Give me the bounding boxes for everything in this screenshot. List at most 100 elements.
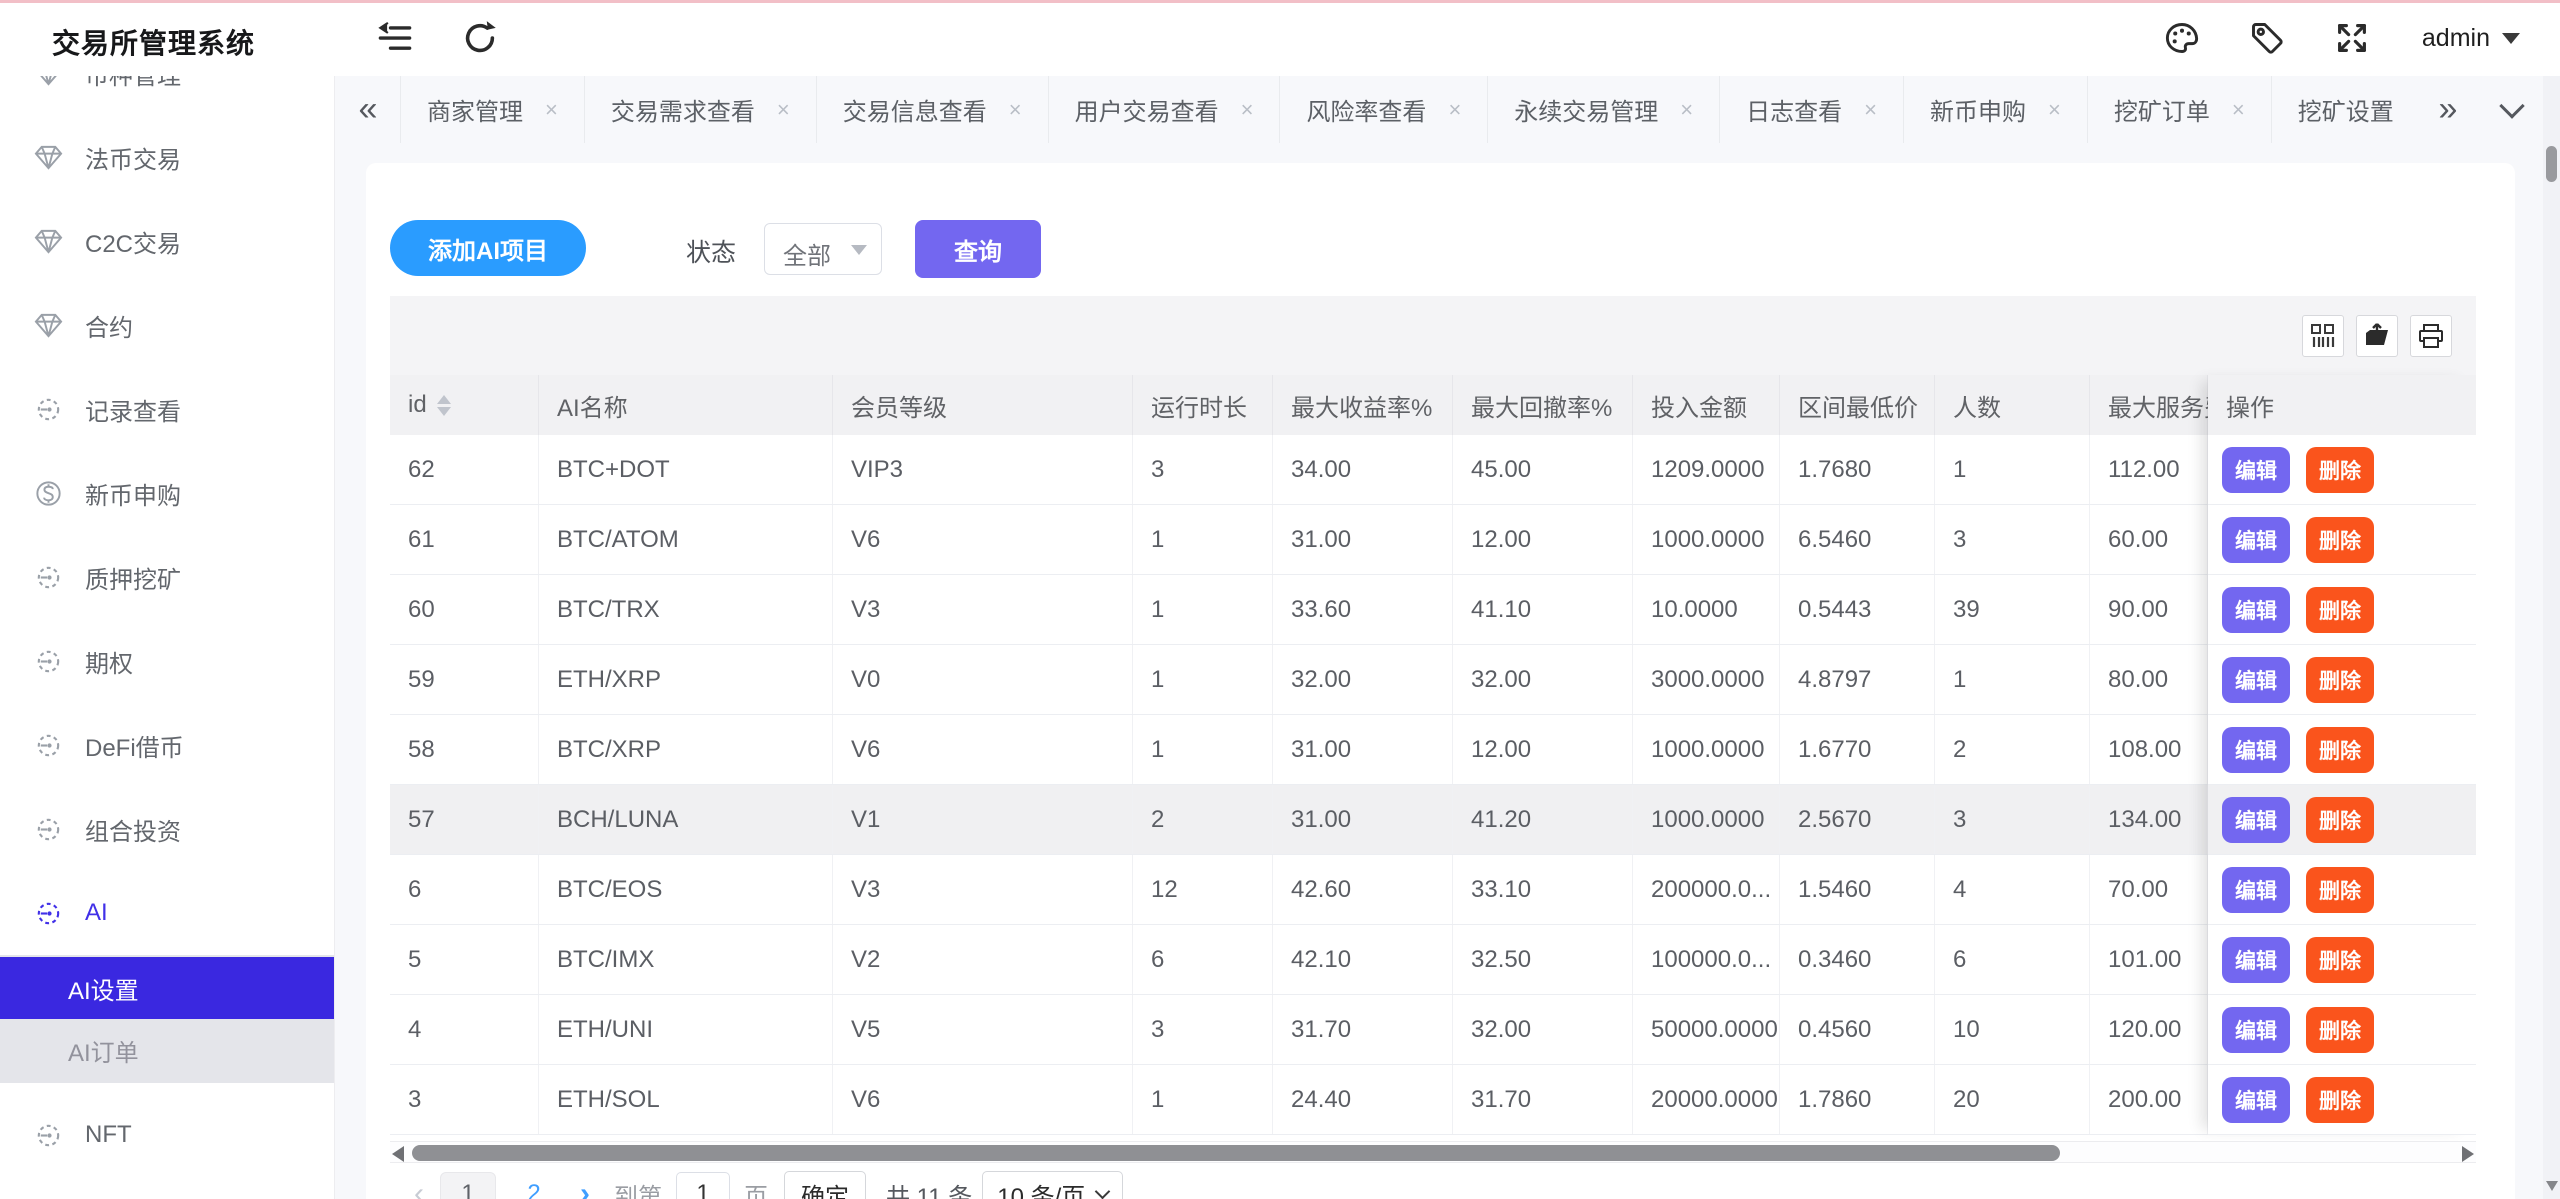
sidebar-item-新币申购[interactable]: 新币申购 bbox=[0, 451, 334, 535]
column-settings-button[interactable] bbox=[2302, 315, 2344, 357]
edit-button[interactable]: 编辑 bbox=[2222, 937, 2290, 983]
tab-label: 用户交易查看 bbox=[1075, 92, 1219, 127]
cell-人数: 39 bbox=[1935, 575, 2090, 644]
cell-运行时长: 3 bbox=[1133, 435, 1273, 504]
edit-button[interactable]: 编辑 bbox=[2222, 797, 2290, 843]
edit-button[interactable]: 编辑 bbox=[2222, 1077, 2290, 1123]
cell-最大服务费: 108.00 bbox=[2090, 715, 2208, 784]
tab-交易需求查看[interactable]: 交易需求查看× bbox=[584, 76, 816, 143]
sidebar-item-DeFi借币[interactable]: DeFi借币 bbox=[0, 703, 334, 787]
tabs-scroll-left-button[interactable]: « bbox=[336, 76, 400, 143]
delete-button[interactable]: 删除 bbox=[2306, 517, 2374, 563]
jump-confirm-button[interactable]: 确定 bbox=[784, 1171, 866, 1199]
sidebar-item-C2C交易[interactable]: C2C交易 bbox=[0, 199, 334, 283]
tab-close-icon[interactable]: × bbox=[2048, 97, 2061, 123]
sidebar-item-记录查看[interactable]: 记录查看 bbox=[0, 367, 334, 451]
theme-palette-icon[interactable] bbox=[2164, 20, 2200, 56]
column-header-id[interactable]: id bbox=[390, 375, 539, 435]
tab-新币申购[interactable]: 新币申购× bbox=[1903, 76, 2087, 143]
table-row: 3ETH/SOLV6124.4031.7020000.00001.7860202… bbox=[390, 1065, 2476, 1135]
tab-close-icon[interactable]: × bbox=[777, 97, 790, 123]
delete-button[interactable]: 删除 bbox=[2306, 797, 2374, 843]
pager-page-1[interactable]: 1 bbox=[440, 1172, 496, 1199]
query-button[interactable]: 查询 bbox=[915, 220, 1041, 278]
actions-cell: 编辑删除 bbox=[2208, 645, 2476, 715]
cell-最大收益率%: 32.00 bbox=[1273, 645, 1453, 714]
delete-button[interactable]: 删除 bbox=[2306, 587, 2374, 633]
edit-button[interactable]: 编辑 bbox=[2222, 1007, 2290, 1053]
tab-close-icon[interactable]: × bbox=[1241, 97, 1254, 123]
refresh-icon[interactable] bbox=[462, 20, 498, 56]
delete-button[interactable]: 删除 bbox=[2306, 447, 2374, 493]
sidebar-item-法币交易[interactable]: 法币交易 bbox=[0, 115, 334, 199]
tab-风险率查看[interactable]: 风险率查看× bbox=[1279, 76, 1487, 143]
delete-button[interactable]: 删除 bbox=[2306, 937, 2374, 983]
cell-投入金额: 20000.0000 bbox=[1633, 1065, 1780, 1134]
collapse-sidebar-icon[interactable] bbox=[377, 20, 413, 56]
tab-close-icon[interactable]: × bbox=[2232, 97, 2245, 123]
sidebar-subitem-AI订单[interactable]: AI订单 bbox=[0, 1019, 334, 1081]
jump-page-input[interactable] bbox=[676, 1172, 730, 1199]
export-button[interactable] bbox=[2356, 315, 2398, 357]
fullscreen-icon[interactable] bbox=[2334, 20, 2370, 56]
edit-button[interactable]: 编辑 bbox=[2222, 657, 2290, 703]
pager-next-button[interactable]: › bbox=[580, 1177, 590, 1199]
user-menu[interactable]: admin bbox=[2422, 18, 2520, 58]
tab-close-icon[interactable]: × bbox=[1448, 97, 1461, 123]
pager-page-2[interactable]: 2 bbox=[506, 1172, 562, 1199]
sidebar-item-质押挖矿[interactable]: 质押挖矿 bbox=[0, 535, 334, 619]
delete-button[interactable]: 删除 bbox=[2306, 1007, 2374, 1053]
pager-prev-button[interactable]: ‹ bbox=[414, 1177, 424, 1199]
tab-close-icon[interactable]: × bbox=[1680, 97, 1693, 123]
add-ai-project-button[interactable]: 添加AI项目 bbox=[390, 220, 586, 276]
sidebar-item-AI[interactable]: AI bbox=[0, 871, 334, 955]
sidebar-subitem-AI设置[interactable]: AI设置 bbox=[0, 957, 334, 1019]
tab-日志查看[interactable]: 日志查看× bbox=[1719, 76, 1903, 143]
page-size-select[interactable]: 10 条/页 bbox=[982, 1171, 1123, 1199]
sidebar-menu: 币种管理法币交易C2C交易合约记录查看新币申购质押挖矿期权DeFi借币组合投资A… bbox=[0, 76, 334, 1177]
content-card: 添加AI项目 状态 全部 查询 idAI名称会员等级运行时长最大收益率%最大回撤 bbox=[366, 163, 2515, 1199]
cell-最大收益率%: 31.00 bbox=[1273, 505, 1453, 574]
sidebar-item-NFT[interactable]: NFT bbox=[0, 1093, 334, 1177]
tab-挖矿设置[interactable]: 挖矿设置× bbox=[2271, 76, 2416, 143]
tab-永续交易管理[interactable]: 永续交易管理× bbox=[1487, 76, 1719, 143]
tag-icon[interactable] bbox=[2249, 20, 2285, 56]
edit-button[interactable]: 编辑 bbox=[2222, 587, 2290, 633]
print-button[interactable] bbox=[2410, 315, 2452, 357]
scroll-left-arrow-icon[interactable] bbox=[392, 1146, 404, 1162]
column-header-投入金额: 投入金额 bbox=[1633, 375, 1780, 435]
status-select[interactable]: 全部 bbox=[764, 223, 882, 275]
delete-button[interactable]: 删除 bbox=[2306, 727, 2374, 773]
vertical-scrollbar-thumb[interactable] bbox=[2546, 146, 2557, 182]
edit-button[interactable]: 编辑 bbox=[2222, 447, 2290, 493]
sidebar-item-组合投资[interactable]: 组合投资 bbox=[0, 787, 334, 871]
tabs-scroll-right-button[interactable]: » bbox=[2416, 76, 2480, 143]
edit-button[interactable]: 编辑 bbox=[2222, 867, 2290, 913]
delete-button[interactable]: 删除 bbox=[2306, 867, 2374, 913]
tabs-dropdown-button[interactable] bbox=[2480, 76, 2544, 143]
edit-button[interactable]: 编辑 bbox=[2222, 517, 2290, 563]
edit-button[interactable]: 编辑 bbox=[2222, 727, 2290, 773]
horizontal-scrollbar-thumb[interactable] bbox=[412, 1145, 2060, 1161]
cell-AI名称: BTC/IMX bbox=[539, 925, 833, 994]
cell-区间最低价: 1.5460 bbox=[1780, 855, 1935, 924]
horizontal-scrollbar[interactable] bbox=[390, 1141, 2476, 1163]
delete-button[interactable]: 删除 bbox=[2306, 1077, 2374, 1123]
tab-商家管理[interactable]: 商家管理× bbox=[400, 76, 584, 143]
tab-挖矿订单[interactable]: 挖矿订单× bbox=[2087, 76, 2271, 143]
vertical-scrollbar[interactable] bbox=[2543, 76, 2560, 1199]
tab-close-icon[interactable]: × bbox=[1864, 97, 1877, 123]
delete-button[interactable]: 删除 bbox=[2306, 657, 2374, 703]
tab-用户交易查看[interactable]: 用户交易查看 × bbox=[1048, 76, 1280, 143]
sidebar-item-合约[interactable]: 合约 bbox=[0, 283, 334, 367]
tab-close-icon[interactable]: × bbox=[545, 97, 558, 123]
cell-最大回撤率%: 41.20 bbox=[1453, 785, 1633, 854]
sort-icon[interactable] bbox=[437, 395, 451, 416]
tab-交易信息查看[interactable]: 交易信息查看× bbox=[816, 76, 1048, 143]
sidebar-item-期权[interactable]: 期权 bbox=[0, 619, 334, 703]
actions-cell: 编辑删除 bbox=[2208, 1065, 2476, 1135]
pagination: ‹ 12 › 到第 页 确定 共 11 条 10 条/页 bbox=[390, 1171, 1123, 1199]
scroll-right-arrow-icon[interactable] bbox=[2462, 1146, 2474, 1162]
sidebar-item-币种管理[interactable]: 币种管理 bbox=[0, 76, 334, 115]
tab-close-icon[interactable]: × bbox=[1009, 97, 1022, 123]
